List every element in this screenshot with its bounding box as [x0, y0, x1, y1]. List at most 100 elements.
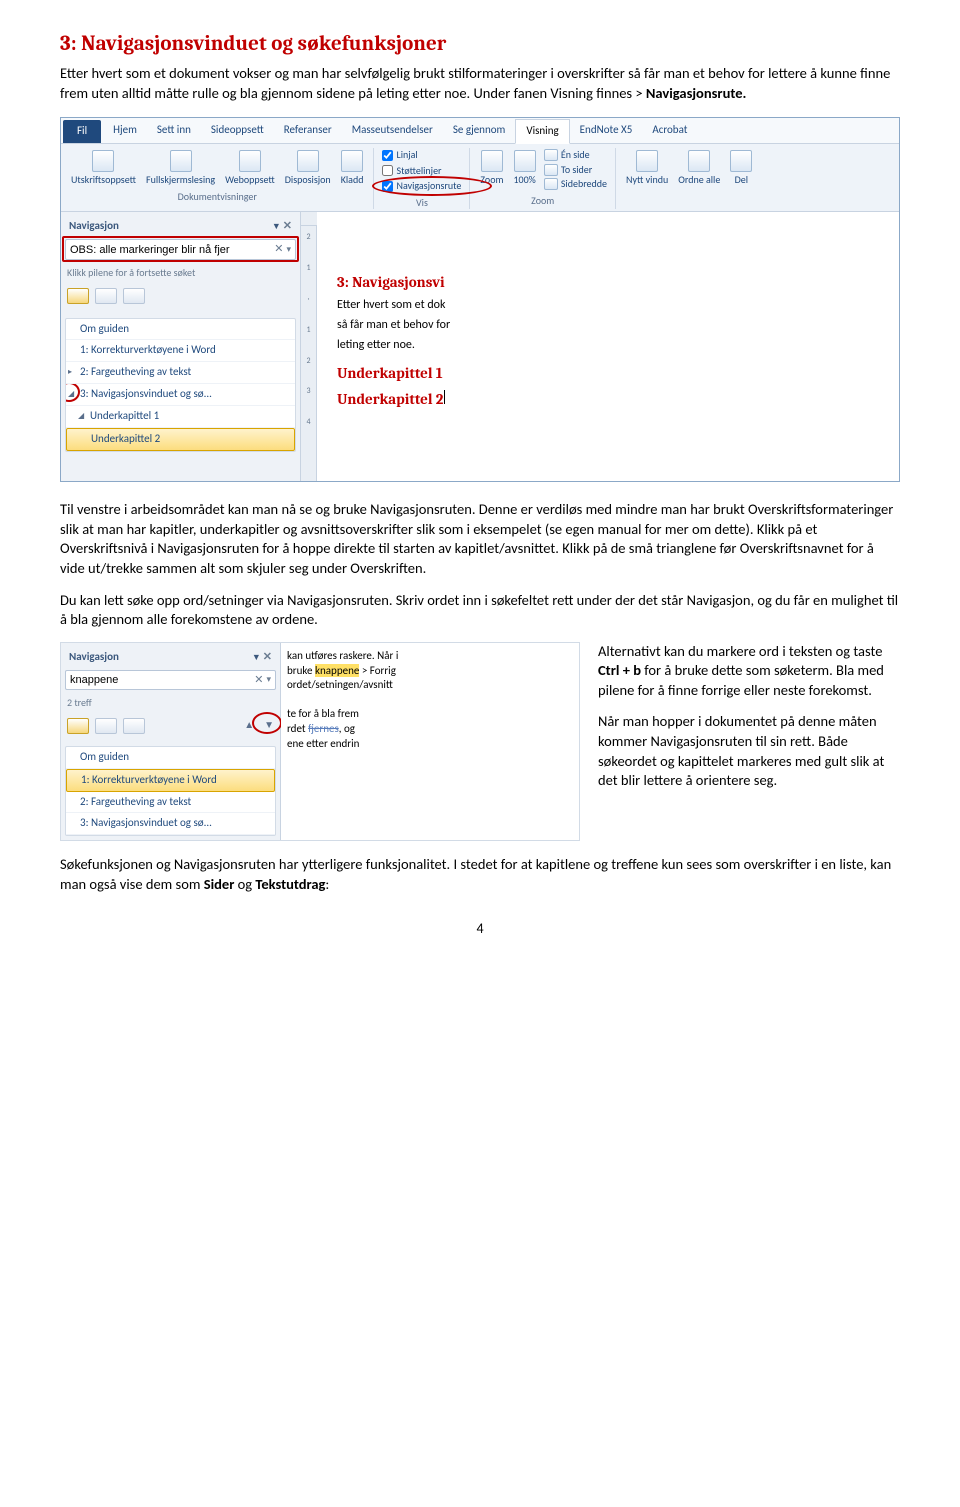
nav-hint: Klikk pilene for å fortsette søket	[65, 264, 296, 286]
word-workspace: 2 · 1 · · 1 · 1 · 2 · 3 Navigasjon ▼ ✕ ✕…	[61, 211, 899, 481]
intro-text: Etter hvert som et dokument vokser og ma…	[60, 64, 890, 102]
leaf-triangle-icon: ◢	[78, 411, 84, 422]
pagewidth-icon	[544, 178, 558, 190]
nav-item-3[interactable]: ◢ 3: Navigasjonsvinduet og sø...	[66, 384, 295, 406]
tab-segjennom[interactable]: Se gjennom	[443, 119, 515, 142]
nav-tab-headings[interactable]	[67, 288, 89, 304]
tab-hjem[interactable]: Hjem	[103, 119, 147, 142]
twopage-icon	[544, 164, 558, 176]
split-icon	[730, 150, 752, 172]
newwindow-icon	[636, 150, 658, 172]
book-icon	[170, 150, 192, 172]
nav-tab-results[interactable]	[123, 288, 145, 304]
nav-item-2[interactable]: ▸2: Fargeutheving av tekst	[66, 362, 295, 384]
checkbox-linjal[interactable]	[382, 150, 393, 161]
nav-tab-row	[65, 286, 296, 310]
doc-line3: leting etter noe.	[337, 337, 899, 353]
tab-visning[interactable]: Visning	[515, 119, 569, 144]
ctrl-b: Ctrl + b	[598, 661, 641, 679]
nav2-item-3[interactable]: 3: Navigasjonsvinduet og sø...	[66, 813, 275, 835]
tab-referanser[interactable]: Referanser	[274, 119, 342, 142]
collapse-triangle-icon[interactable]: ▸	[68, 367, 72, 378]
nav-heading-list: Om guiden 1: Korrekturverktøyene i Word …	[65, 318, 296, 452]
para-after-fig1-b: Du kan lett søke opp ord/setninger via N…	[60, 591, 900, 630]
nav-dropdown-icon[interactable]: ▼ ✕	[272, 219, 292, 234]
nav2-item-1[interactable]: 1: Korrekturverktøyene i Word	[66, 769, 275, 792]
frag-l3: ordet/setningen/avsnitt	[287, 678, 573, 693]
nav-tab-results-2[interactable]	[123, 718, 145, 734]
magnifier-icon	[481, 150, 503, 172]
group-zoom: Zoom 100% Én side To sider Sidebredde Zo…	[470, 148, 616, 209]
word-ribbon: Fil Hjem Sett inn Sideoppsett Referanser…	[60, 117, 900, 482]
checkbox-stottelinjer[interactable]	[382, 165, 393, 176]
btn-enside[interactable]: Én side	[544, 148, 607, 162]
group-label-vis: Vis	[416, 196, 428, 210]
tab-sideoppsett[interactable]: Sideoppsett	[201, 119, 274, 142]
search-input-2[interactable]	[70, 674, 251, 686]
nav2-item-omguiden[interactable]: Om guiden	[66, 747, 275, 769]
document-area: 3: Navigasjonsvi Etter hvert som et dok …	[317, 212, 899, 481]
ribbon-tabs: Fil Hjem Sett inn Sideoppsett Referanser…	[61, 118, 899, 144]
figure2-wrap: Navigasjon ▼ ✕ ✕ ▾ 2 treff ▲ ▼ Om guiden	[60, 642, 900, 842]
group-label-window	[688, 190, 690, 204]
group-label-documentviews: Dokumentvisninger	[178, 190, 257, 204]
search-dropdown-icon-2[interactable]: ▾	[266, 674, 271, 686]
btn-100[interactable]: 100%	[511, 148, 537, 187]
intro-bold: Navigasjonsrute.	[646, 84, 747, 102]
clear-search-icon-2[interactable]: ✕	[251, 673, 266, 688]
nav-item-uk1[interactable]: ◢Underkapittel 1	[66, 406, 295, 428]
btn-kladd[interactable]: Kladd	[339, 148, 366, 187]
nav-tab-headings-2[interactable]	[67, 718, 89, 734]
figure-word-ribbon: Fil Hjem Sett inn Sideoppsett Referanser…	[60, 117, 900, 482]
check-linjal[interactable]: Linjal	[382, 148, 461, 162]
tab-endnote[interactable]: EndNote X5	[570, 119, 643, 142]
para-after-fig1-a: Til venstre i arbeidsområdet kan man nå …	[60, 500, 900, 578]
btn-fullskjermslesing[interactable]: Fullskjermslesing	[144, 148, 217, 187]
web-icon	[239, 150, 261, 172]
intro-paragraph: Etter hvert som et dokument vokser og ma…	[60, 64, 900, 103]
close-icon[interactable]: ✕	[283, 219, 292, 232]
btn-disposisjon[interactable]: Disposisjon	[283, 148, 333, 187]
nav-item-omguiden[interactable]: Om guiden	[66, 319, 295, 341]
nav-tab-pages-2[interactable]	[95, 718, 117, 734]
nav2-item-2[interactable]: 2: Fargeutheving av tekst	[66, 792, 275, 814]
btn-tosider[interactable]: To sider	[544, 163, 607, 177]
red-highlight-oval-arrows	[252, 712, 282, 734]
ribbon-body: Utskriftsoppsett Fullskjermslesing Webop…	[61, 144, 899, 211]
btn-del[interactable]: Del	[728, 148, 754, 187]
nav-item-1[interactable]: 1: Korrekturverktøyene i Word	[66, 340, 295, 362]
btn-weboppsett[interactable]: Weboppsett	[223, 148, 277, 187]
ruler-vertical: 21·1234	[301, 212, 317, 481]
btn-sidebredde[interactable]: Sidebredde	[544, 177, 607, 191]
red-highlight-searchbox	[62, 236, 299, 262]
tab-masseutsendelser[interactable]: Masseutsendelser	[342, 119, 443, 142]
close-icon-2[interactable]: ✕	[263, 650, 272, 663]
tab-acrobat[interactable]: Acrobat	[642, 119, 697, 142]
right-para2: Når man hopper i dokumentet på denne måt…	[598, 712, 900, 790]
group-label-zoom: Zoom	[531, 194, 554, 208]
draft-icon	[341, 150, 363, 172]
nav-item-uk2[interactable]: Underkapittel 2	[66, 428, 295, 451]
doc-sub2: Underkapittel 2	[337, 389, 899, 409]
btn-nyttvindu[interactable]: Nytt vindu	[624, 148, 670, 187]
nav-tab-row-2: ▲ ▼	[65, 716, 276, 740]
navigation-pane: Navigasjon ▼ ✕ ✕ ▾ Klikk pilene for å fo…	[61, 212, 301, 481]
frag-l6: ene etter endrin	[287, 737, 573, 752]
frag-strike: fjernes	[308, 722, 339, 735]
red-highlight-oval-triangle	[66, 384, 80, 402]
nav-dropdown-icon-2[interactable]: ▼ ✕	[252, 650, 272, 665]
page-number: 4	[60, 920, 900, 939]
tab-settinn[interactable]: Sett inn	[147, 119, 201, 142]
arrangeall-icon	[688, 150, 710, 172]
section-heading: 3: Navigasjonsvinduet og søkefunksjoner	[60, 30, 900, 58]
tab-fil[interactable]: Fil	[63, 120, 101, 143]
nav-tab-pages[interactable]	[95, 288, 117, 304]
btn-utskriftsoppsett[interactable]: Utskriftsoppsett	[69, 148, 138, 187]
nav-search-box-2[interactable]: ✕ ▾	[65, 670, 276, 691]
btn-ordnealle[interactable]: Ordne alle	[676, 148, 722, 187]
check-stottelinjer[interactable]: Støttelinjer	[382, 164, 461, 178]
outline-icon	[297, 150, 319, 172]
doc-heading: 3: Navigasjonsvi	[337, 272, 899, 292]
frag-l1: kan utføres raskere. Når i	[287, 649, 573, 664]
group-vis: Linjal Støttelinjer Navigasjonsrute Vis	[374, 148, 470, 209]
